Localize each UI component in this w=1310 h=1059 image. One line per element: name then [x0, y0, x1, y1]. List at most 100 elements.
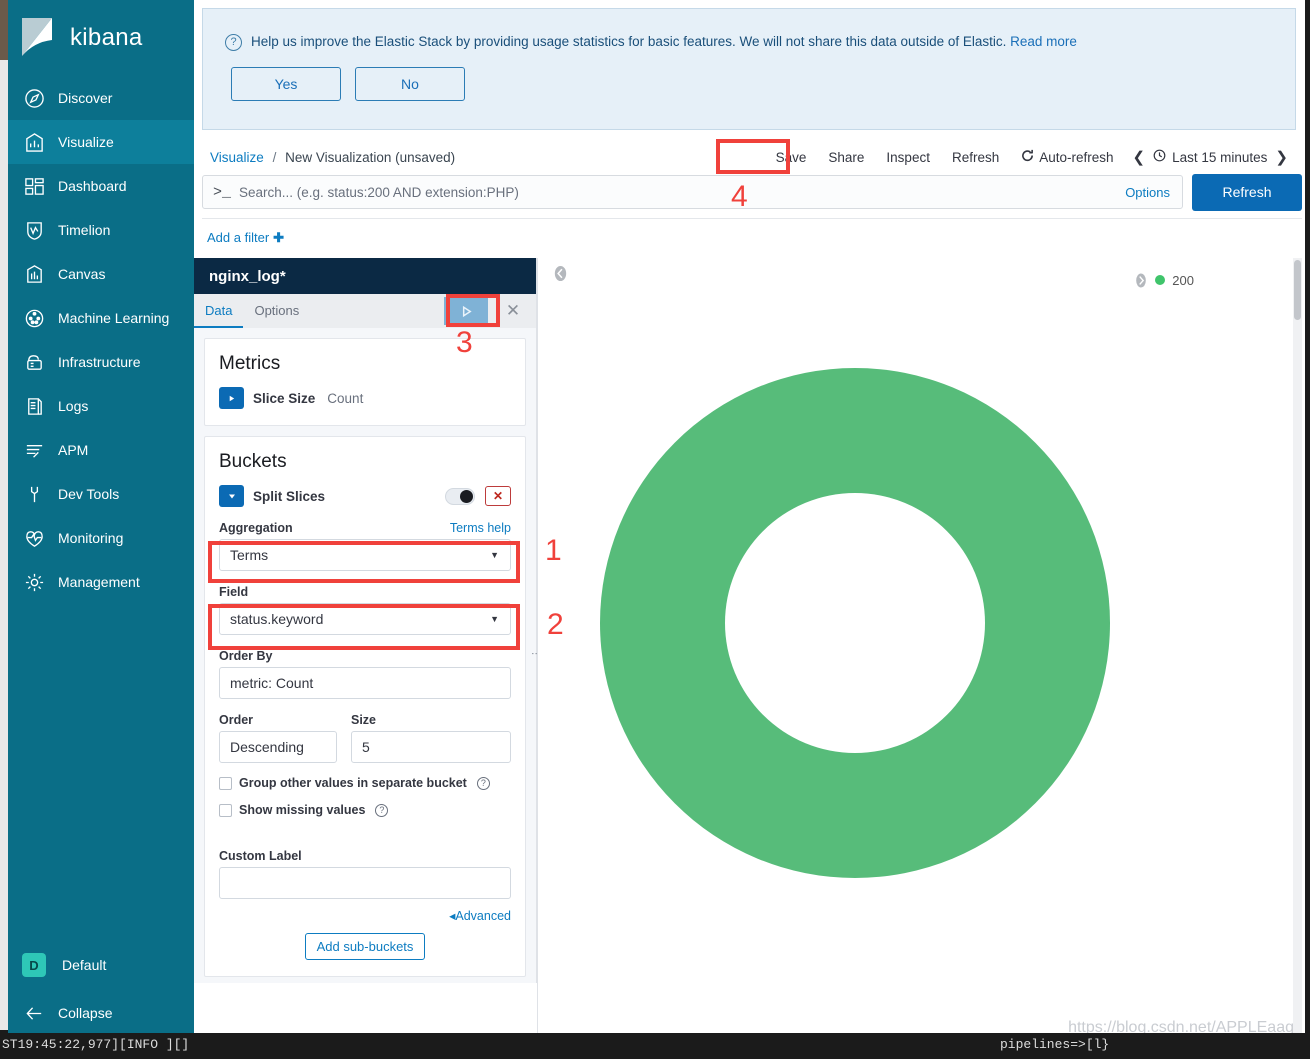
aggregation-value: Terms: [230, 547, 269, 563]
group-other-checkbox[interactable]: [219, 776, 232, 790]
screen-root: o / / c - } t o / / c kibana: [0, 0, 1310, 1059]
annotation-number-3: 3: [456, 326, 473, 359]
primary-sidebar: kibana Discover Visualize Dashboard Time…: [8, 0, 194, 1045]
vis-scrollbar-thumb[interactable]: [1294, 260, 1301, 320]
enable-toggle-icon[interactable]: [445, 487, 475, 505]
refresh-button[interactable]: Refresh: [941, 150, 1010, 165]
sidebar-item-canvas[interactable]: Canvas: [8, 252, 194, 296]
search-placeholder: Search... (e.g. status:200 AND extension…: [239, 184, 519, 200]
metric-agg-row[interactable]: Slice Size Count: [219, 387, 511, 409]
buckets-title: Buckets: [219, 451, 287, 472]
chevron-right-circle-icon[interactable]: [1134, 272, 1148, 288]
sidebar-item-visualize[interactable]: Visualize: [8, 120, 194, 164]
tab-data[interactable]: Data: [194, 294, 244, 328]
apply-changes-button[interactable]: [444, 297, 488, 325]
triangle-right-icon[interactable]: [219, 387, 244, 409]
wrench-icon: [24, 484, 58, 505]
query-options-link[interactable]: Options: [1125, 185, 1170, 200]
terminal-right-line: pipelines=>[l}: [1000, 1037, 1110, 1052]
show-missing-checkbox[interactable]: [219, 803, 232, 817]
advanced-label: Advanced: [455, 909, 511, 923]
sidebar-item-infrastructure[interactable]: Infrastructure: [8, 340, 194, 384]
remove-bucket-button[interactable]: ✕: [485, 486, 511, 506]
machine-learning-icon: [24, 308, 58, 329]
custom-label-input[interactable]: [219, 867, 511, 899]
editor-tabs: Data Options ✕: [194, 294, 536, 328]
sidebar-item-label: Logs: [58, 398, 89, 414]
sidebar-item-label: Dev Tools: [58, 486, 120, 502]
sidebar-item-monitoring[interactable]: Monitoring: [8, 516, 194, 560]
query-bar: >_ Search... (e.g. status:200 AND extens…: [202, 173, 1302, 211]
question-mark-icon: ?: [225, 34, 242, 51]
telemetry-no-button[interactable]: No: [355, 67, 465, 102]
query-prompt-icon: >_: [213, 183, 232, 201]
breadcrumb-separator: /: [272, 149, 277, 165]
save-button[interactable]: Save: [765, 150, 818, 165]
terminal-line: ST19:45:22,977][INFO ][]: [2, 1037, 190, 1052]
sidebar-item-machine-learning[interactable]: Machine Learning: [8, 296, 194, 340]
sidebar-item-label: APM: [58, 442, 89, 458]
add-filter-button[interactable]: Add a filter ✚: [202, 230, 284, 246]
canvas-icon: [24, 264, 58, 285]
sidebar-item-discover[interactable]: Discover: [8, 76, 194, 120]
annotation-number-2: 2: [547, 608, 564, 641]
donut-chart[interactable]: [600, 368, 1110, 878]
question-circle-icon[interactable]: ?: [476, 776, 490, 790]
sidebar-item-dev-tools[interactable]: Dev Tools: [8, 472, 194, 516]
vis-scrollbar-track[interactable]: [1293, 258, 1302, 1045]
banner-message-text: Help us improve the Elastic Stack by pro…: [251, 34, 1007, 49]
share-button[interactable]: Share: [817, 150, 875, 165]
group-other-label: Group other values in separate bucket: [239, 776, 467, 790]
aggregation-select[interactable]: Terms ▼: [219, 539, 511, 571]
breadcrumb-current: New Visualization (unsaved): [285, 149, 456, 165]
sidebar-item-management[interactable]: Management: [8, 560, 194, 604]
search-input[interactable]: >_ Search... (e.g. status:200 AND extens…: [202, 175, 1183, 209]
sidebar-item-apm[interactable]: APM: [8, 428, 194, 472]
refresh-query-button[interactable]: Refresh: [1192, 173, 1302, 211]
auto-refresh-button[interactable]: Auto-refresh: [1010, 149, 1124, 165]
order-dropdown[interactable]: Descending: [220, 732, 336, 762]
logs-document-icon: [24, 396, 58, 417]
advanced-toggle[interactable]: ◂Advanced: [219, 908, 511, 923]
show-missing-row[interactable]: Show missing values ?: [219, 803, 511, 817]
tab-options[interactable]: Options: [243, 294, 310, 328]
time-range-picker[interactable]: Last 15 minutes: [1153, 149, 1267, 165]
bar-chart-icon: [24, 132, 58, 153]
top-navbar: Visualize / New Visualization (unsaved) …: [202, 140, 1302, 174]
chevron-left-icon[interactable]: ❮: [1125, 148, 1154, 166]
question-circle-icon[interactable]: ?: [375, 803, 389, 817]
field-select[interactable]: status.keyword ▼: [219, 603, 511, 635]
order-select[interactable]: Descending: [219, 731, 337, 763]
order-by-select[interactable]: metric: Count: [219, 667, 511, 699]
auto-refresh-label: Auto-refresh: [1039, 149, 1114, 165]
sidebar-item-dashboard[interactable]: Dashboard: [8, 164, 194, 208]
add-sub-buckets-button[interactable]: Add sub-buckets: [304, 933, 426, 960]
group-other-row[interactable]: Group other values in separate bucket ?: [219, 776, 511, 790]
legend-color-dot: [1155, 275, 1166, 285]
sidebar-item-label: Discover: [58, 90, 113, 106]
chart-legend: 200: [1134, 272, 1194, 288]
sidebar-item-label: Timelion: [58, 222, 111, 238]
sidebar-item-label: Machine Learning: [58, 310, 170, 326]
sidebar-item-logs[interactable]: Logs: [8, 384, 194, 428]
size-input[interactable]: [351, 731, 511, 763]
inspect-button[interactable]: Inspect: [875, 150, 941, 165]
triangle-down-icon[interactable]: [219, 485, 244, 507]
breadcrumb-root[interactable]: Visualize: [210, 150, 264, 165]
chevron-right-icon[interactable]: ❯: [1267, 148, 1296, 166]
kibana-brand[interactable]: kibana: [8, 0, 194, 76]
terms-help-link[interactable]: Terms help: [450, 521, 511, 535]
bucket-label: Split Slices: [253, 488, 326, 504]
read-more-link[interactable]: Read more: [1010, 34, 1077, 49]
close-editor-button[interactable]: ✕: [500, 299, 526, 323]
plus-icon: ✚: [273, 229, 285, 245]
sidebar-item-timelion[interactable]: Timelion: [8, 208, 194, 252]
chevron-left-circle-icon[interactable]: [550, 263, 570, 283]
order-by-label: Order By: [219, 649, 273, 663]
telemetry-yes-button[interactable]: Yes: [231, 67, 341, 102]
space-selector[interactable]: D Default: [8, 943, 194, 987]
order-by-dropdown[interactable]: metric: Count: [220, 668, 510, 698]
time-range-label: Last 15 minutes: [1172, 149, 1268, 165]
space-avatar: D: [22, 953, 46, 977]
collapse-sidebar-button[interactable]: Collapse: [8, 991, 194, 1035]
